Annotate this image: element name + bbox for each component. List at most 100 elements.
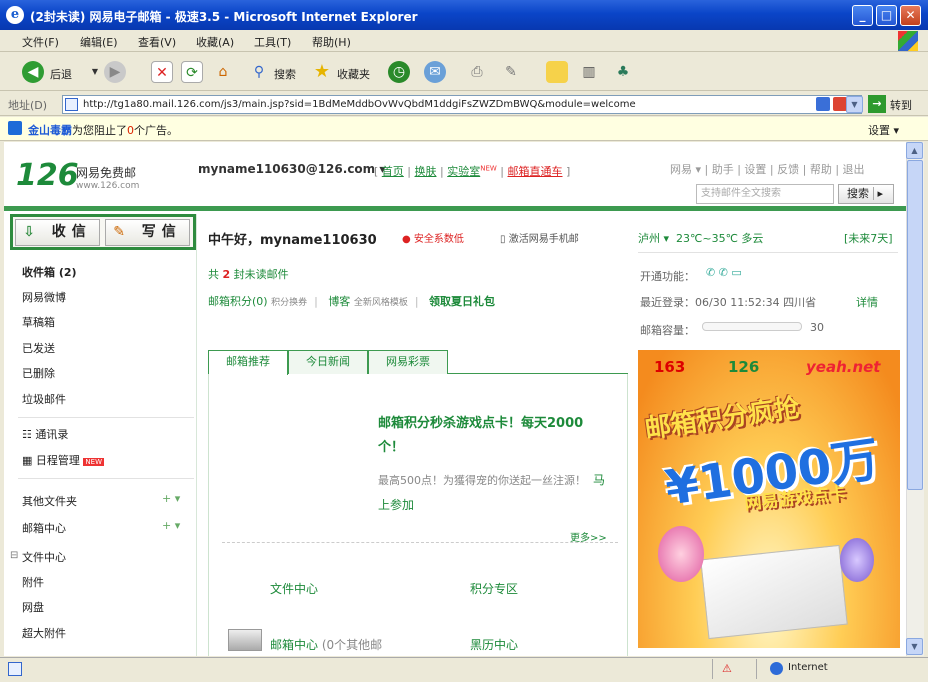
receive-button[interactable]: ⇩ 收信 [15, 219, 100, 246]
login-detail-link[interactable]: 详情 [856, 294, 878, 310]
forward-arrow-icon[interactable]: ▶ [104, 61, 126, 83]
address-dropdown-icon[interactable]: ▼ [846, 96, 863, 113]
resume-center-link[interactable]: 黑历中心 [470, 636, 518, 653]
edit-icon[interactable]: ✎ [500, 61, 522, 83]
infobar-settings[interactable]: 设置 ▾ [868, 122, 899, 138]
mail-center-link[interactable]: 邮箱中心 (0个其他邮 [270, 636, 382, 653]
minimize-button[interactable]: _ [852, 5, 873, 26]
page-icon [65, 98, 78, 111]
folder-actions-icon[interactable]: + ▾ [162, 492, 180, 505]
sidebar-item-netdisk[interactable]: 网盘 [22, 599, 44, 615]
ad-envelope-image [700, 544, 848, 640]
menu-edit[interactable]: 编辑(E) [80, 34, 118, 50]
sidebar-item-file-center[interactable]: 文件中心 [22, 549, 66, 565]
mail-search-button[interactable]: 搜索 ▸ [838, 184, 894, 204]
greeting: 中午好，myname110630 [208, 233, 377, 248]
mail-center-actions-icon[interactable]: + ▾ [162, 519, 180, 532]
weather-city[interactable]: 泸州 [638, 232, 660, 245]
maximize-button[interactable]: □ [876, 5, 897, 26]
lab-link[interactable]: 实验室 [447, 165, 480, 178]
close-button[interactable]: ✕ [900, 5, 921, 26]
sidebar-item-mail-center[interactable]: 邮箱中心 [22, 520, 66, 536]
messenger-icon[interactable]: ♣ [612, 61, 634, 83]
stop-icon[interactable]: ✕ [151, 61, 173, 83]
rss-icon[interactable] [833, 97, 847, 111]
mail-search-input[interactable]: 支持邮件全文搜索 [696, 184, 834, 204]
search-button[interactable]: 搜索 [274, 66, 296, 82]
tab-news[interactable]: 今日新闻 [288, 350, 368, 374]
menu-view[interactable]: 查看(V) [138, 34, 176, 50]
sidebar-item-large-attachments[interactable]: 超大附件 [22, 625, 66, 641]
collapse-minus-icon[interactable]: ⊟ [10, 550, 18, 561]
back-button[interactable]: 后退 [50, 66, 72, 82]
weather-future-link[interactable]: [未来7天] [844, 230, 893, 246]
history-icon[interactable]: ◷ [388, 61, 410, 83]
mail-icon[interactable]: ✉ [424, 61, 446, 83]
mail-center-label: 邮箱中心 [270, 638, 319, 652]
account-name[interactable]: myname110630@126.com ▾ [198, 162, 385, 176]
compose-button[interactable]: ✎ 写信 [105, 219, 190, 246]
mail-express-link[interactable]: 邮箱直通车 [508, 165, 563, 178]
tab-lottery[interactable]: 网易彩票 [368, 350, 448, 374]
settings-link[interactable]: 设置 [744, 163, 766, 176]
compat-icon[interactable] [816, 97, 830, 111]
scrollbar-thumb[interactable] [907, 160, 923, 490]
scroll-down-icon[interactable]: ▼ [906, 638, 923, 655]
info-bar-text: 金山毒霸为您阻止了0个广告。 [28, 122, 178, 138]
header-divider [4, 206, 906, 211]
favorites-button[interactable]: 收藏夹 [337, 66, 370, 82]
go-arrow-icon[interactable]: → [868, 95, 886, 113]
research-icon[interactable]: ▥ [578, 61, 600, 83]
search-icon[interactable]: ⚲ [248, 61, 270, 83]
file-center-link[interactable]: 文件中心 [270, 580, 318, 597]
points-exchange[interactable]: 积分换券 [271, 298, 307, 308]
ad-character-image [658, 526, 704, 582]
logo-126[interactable]: 126 [16, 158, 79, 193]
blog-link[interactable]: 博客 [328, 295, 350, 308]
refresh-icon[interactable]: ⟳ [181, 61, 203, 83]
sidebar-item-weibo[interactable]: 网易微博 [22, 289, 66, 305]
sidebar-item-drafts[interactable]: 草稿箱 [22, 314, 55, 330]
promo-title[interactable]: 邮箱积分秒杀游戏点卡！每天2000个！ [378, 412, 588, 460]
logout-link[interactable]: 退出 [843, 163, 865, 176]
menu-tools[interactable]: 工具(T) [254, 34, 291, 50]
scroll-up-icon[interactable]: ▲ [906, 142, 923, 159]
points-zone-link[interactable]: 积分专区 [470, 580, 518, 597]
unread-summary[interactable]: 共 2 封未读邮件 [208, 266, 289, 282]
services-icons[interactable]: ✆ ✆ ▭ [706, 266, 742, 279]
blog-sub[interactable]: 全新风格模板 [354, 298, 408, 308]
skin-link[interactable]: 换肤 [415, 165, 437, 178]
chevron-down-icon[interactable]: ▼ [84, 61, 106, 83]
security-warning[interactable]: ● 安全系数低 [402, 230, 464, 245]
activate-mobile-link[interactable]: ▯ 激活网易手机邮 [500, 230, 579, 245]
menu-favorites[interactable]: 收藏(A) [196, 34, 234, 50]
sidebar-item-deleted[interactable]: 已删除 [22, 365, 55, 381]
favorites-star-icon[interactable]: ★ [311, 61, 333, 83]
assistant-link[interactable]: 助手 [712, 163, 734, 176]
tab-recommend[interactable]: 邮箱推荐 [208, 350, 288, 375]
netease-link[interactable]: 网易 [670, 163, 692, 176]
antivirus-brand[interactable]: 金山毒霸 [28, 124, 72, 137]
menu-file[interactable]: 文件(F) [22, 34, 59, 50]
address-input[interactable]: http://tg1a80.mail.126.com/js3/main.jsp?… [62, 95, 862, 114]
go-button[interactable]: 转到 [890, 97, 912, 113]
birthday-gift-link[interactable]: 领取夏日礼包 [429, 295, 495, 308]
help-link[interactable]: 帮助 [810, 163, 832, 176]
note-icon[interactable] [546, 61, 568, 83]
unread-suffix: 封未读邮件 [233, 268, 289, 281]
sidebar-item-inbox[interactable]: 收件箱 (2) [22, 264, 77, 280]
feedback-link[interactable]: 反馈 [777, 163, 799, 176]
status-divider [756, 659, 757, 679]
points-link[interactable]: 邮箱积分(0) [208, 295, 268, 308]
sidebar-item-calendar[interactable]: ▦ 日程管理 NEW [22, 452, 104, 468]
sidebar-item-attachments[interactable]: 附件 [22, 574, 44, 590]
home-icon[interactable]: ⌂ [212, 61, 234, 83]
back-arrow-icon[interactable]: ◀ [22, 61, 44, 83]
home-link[interactable]: 首页 [382, 165, 404, 178]
sidebar-item-sent[interactable]: 已发送 [22, 340, 55, 356]
sidebar-item-spam[interactable]: 垃圾邮件 [22, 391, 66, 407]
sidebar-item-contacts[interactable]: ☷ 通讯录 [22, 426, 68, 442]
print-icon[interactable]: ⎙ [466, 61, 488, 83]
sidebar-item-other-folders[interactable]: 其他文件夹 [22, 493, 77, 509]
menu-help[interactable]: 帮助(H) [312, 34, 351, 50]
